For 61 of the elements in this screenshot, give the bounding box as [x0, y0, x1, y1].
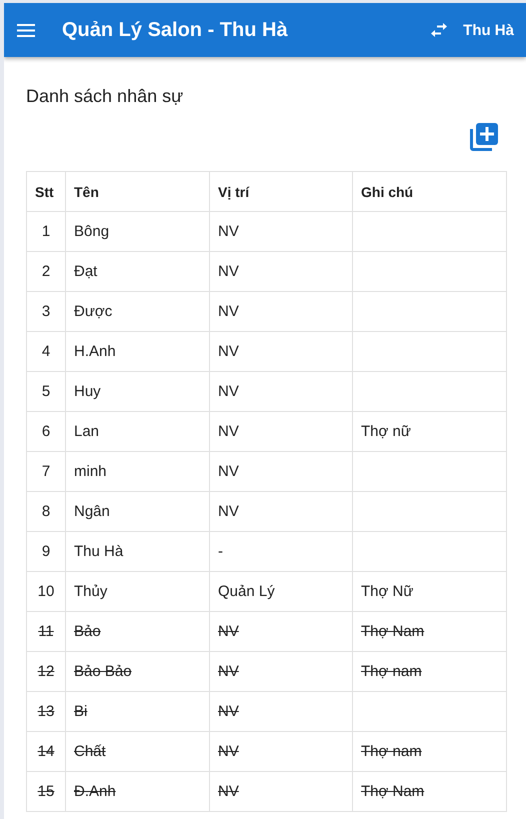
table-cell: NV: [218, 383, 239, 400]
table-cell: NV: [218, 663, 239, 680]
table-cell: 13: [38, 703, 54, 720]
table-cell: Thu Hà: [74, 543, 124, 560]
table-cell: 9: [42, 543, 50, 560]
swap-icon[interactable]: [429, 23, 450, 37]
table-cell: Được: [74, 303, 112, 320]
table-cell: NV: [218, 263, 239, 280]
table-cell: 4: [42, 343, 50, 360]
table-cell: Đạt: [74, 263, 98, 280]
table-cell: Quản Lý: [218, 583, 275, 600]
column-header: Vị trí: [218, 184, 250, 200]
table-cell: minh: [74, 463, 107, 480]
column-header: Ghi chú: [361, 184, 414, 200]
table-cell: Bảo Bảo: [74, 663, 132, 680]
table-cell: Thợ Nam: [361, 623, 424, 640]
table-cell: 14: [38, 743, 54, 760]
table-cell: NV: [218, 703, 239, 720]
table-cell: NV: [218, 623, 239, 640]
table-cell: NV: [218, 463, 239, 480]
table-cell: NV: [218, 343, 239, 360]
column-header: Stt: [35, 184, 54, 200]
menu-icon[interactable]: [17, 24, 35, 36]
table-cell: 11: [38, 623, 54, 640]
table-cell: -: [218, 543, 223, 560]
table-cell: 2: [42, 263, 50, 280]
app-title: Quản Lý Salon - Thu Hà: [62, 18, 289, 42]
table-cell: Thợ Nữ: [361, 583, 414, 600]
table-cell: Thợ nữ: [361, 423, 411, 440]
table-cell: Bi: [74, 703, 88, 720]
table-cell: Lan: [74, 423, 100, 440]
column-header: Tên: [74, 184, 99, 200]
table-cell: 3: [42, 303, 50, 320]
user-button[interactable]: Thu Hà: [463, 18, 514, 42]
table-cell: Chất: [74, 743, 106, 760]
table-cell: Huy: [74, 383, 101, 400]
table-cell: Ngân: [74, 503, 110, 520]
table-cell: Bảo: [74, 623, 101, 640]
table-cell: H.Anh: [74, 343, 116, 360]
table-cell: 15: [38, 783, 54, 800]
table-cell: NV: [218, 223, 239, 240]
add-icon[interactable]: [470, 123, 498, 151]
page-heading: Danh sách nhân sự: [26, 85, 184, 107]
table-cell: NV: [218, 423, 239, 440]
table-cell: 7: [42, 463, 50, 480]
table-cell: Thợ nam: [361, 663, 422, 680]
table-cell: 10: [38, 583, 54, 600]
table-cell: 12: [38, 663, 54, 680]
table-cell: Bông: [74, 223, 110, 240]
table-cell: NV: [218, 503, 239, 520]
table-cell: 6: [42, 423, 50, 440]
table-cell: NV: [218, 743, 239, 760]
table-cell: Đ.Anh: [74, 783, 116, 800]
table-cell: NV: [218, 303, 239, 320]
table-cell: 1: [42, 223, 50, 240]
table-cell: Thợ nam: [361, 743, 422, 760]
table-cell: 8: [42, 503, 50, 520]
table-cell: Thủy: [74, 583, 108, 600]
table-cell: NV: [218, 783, 239, 800]
table-cell: Thợ Nam: [361, 783, 424, 800]
table-cell: 5: [42, 383, 50, 400]
